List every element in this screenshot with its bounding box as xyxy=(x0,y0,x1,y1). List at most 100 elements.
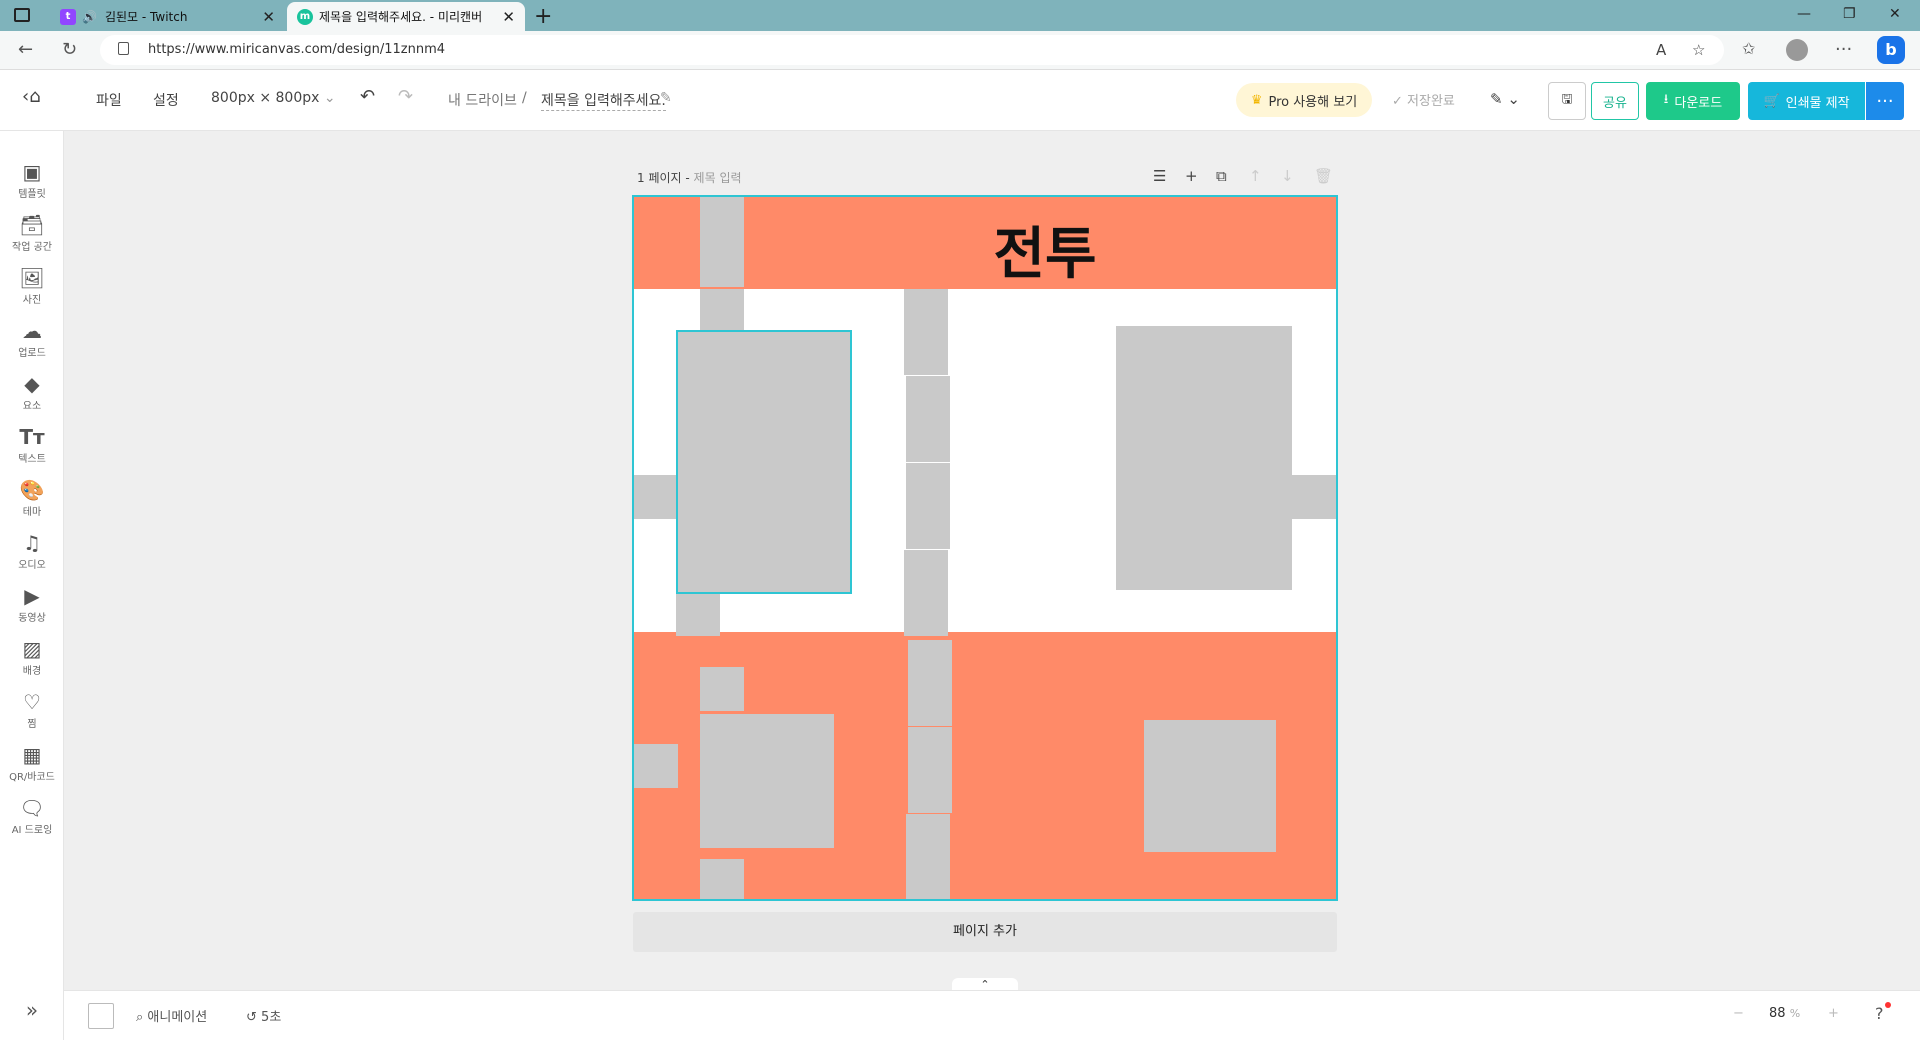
download-button[interactable]: ⭳ 다운로드 xyxy=(1646,82,1740,120)
favorites-icon[interactable]: ✩ xyxy=(1742,39,1755,58)
favorite-add-icon[interactable]: ☆ xyxy=(1692,41,1705,59)
sidebar-item-template[interactable]: ▣ 템플릿 xyxy=(0,159,64,213)
undo-icon[interactable]: ↶ xyxy=(360,86,375,107)
duplicate-page-icon[interactable]: ⧉ xyxy=(1216,167,1227,185)
new-tab-icon[interactable]: + xyxy=(534,4,552,29)
sidebar-item-label: 찜 xyxy=(27,719,37,730)
image-frame[interactable] xyxy=(1292,475,1336,519)
sidebar-item-background[interactable]: ▨ 배경 xyxy=(0,636,64,690)
sidebar-item-audio[interactable]: ♫ 오디오 xyxy=(0,530,64,584)
image-frame[interactable] xyxy=(904,289,948,375)
pencil-icon[interactable]: ✎ xyxy=(660,90,672,106)
page-title-input[interactable]: 제목 입력 xyxy=(694,171,742,185)
save-button[interactable]: 🖫 xyxy=(1548,82,1586,120)
floppy-icon: 🖫 xyxy=(1561,92,1573,107)
canvas-size-dropdown[interactable]: 800px × 800px ⌄ xyxy=(211,90,336,106)
image-frame[interactable] xyxy=(700,859,744,899)
animation-button[interactable]: ⌕ 애니메이션 xyxy=(136,1006,207,1025)
sidebar-item-ai-drawing[interactable]: 🗨 AI 드로잉 xyxy=(0,795,64,849)
print-order-button[interactable]: 🛒 인쇄물 제작 xyxy=(1748,82,1865,120)
background-color-swatch[interactable] xyxy=(88,1003,114,1029)
pro-trial-label: Pro 사용해 보기 xyxy=(1268,94,1358,110)
image-frame[interactable] xyxy=(906,463,950,549)
help-icon[interactable]: ? xyxy=(1875,1002,1891,1023)
zoom-out-icon[interactable]: − xyxy=(1733,1006,1744,1021)
sidebar-item-video[interactable]: ▶ 동영상 xyxy=(0,583,64,637)
image-frame[interactable] xyxy=(906,376,950,462)
image-frame[interactable] xyxy=(700,667,744,711)
zoom-level[interactable]: 88 % xyxy=(1769,1006,1800,1021)
sidebar-expand[interactable]: » xyxy=(0,997,64,1023)
move-down-icon[interactable]: ↓ xyxy=(1281,167,1294,185)
bing-icon[interactable]: b xyxy=(1877,36,1905,64)
read-aloud-icon[interactable]: A xyxy=(1656,41,1666,59)
tab-actions-icon[interactable] xyxy=(14,8,30,22)
file-menu[interactable]: 파일 xyxy=(96,90,122,110)
speaker-icon[interactable]: 🔊 xyxy=(82,10,97,24)
url-input[interactable]: https://www.miricanvas.com/design/11znnm… xyxy=(100,35,1724,65)
add-page-button[interactable]: 페이지 추가 xyxy=(633,912,1337,952)
settings-more-icon[interactable]: ··· xyxy=(1835,39,1852,60)
share-button[interactable]: 공유 xyxy=(1591,82,1639,120)
image-frame[interactable] xyxy=(1116,326,1292,590)
breadcrumb-drive[interactable]: 내 드라이브 xyxy=(448,90,517,110)
selection-outline xyxy=(676,330,852,594)
redo-icon[interactable]: ↷ xyxy=(398,86,413,107)
refresh-icon[interactable]: ↻ xyxy=(62,39,77,60)
close-icon[interactable]: ✕ xyxy=(262,8,275,26)
twitch-icon: t xyxy=(60,8,76,25)
history-icon: ↺ xyxy=(246,1010,257,1025)
double-chevron-right-icon: » xyxy=(25,998,39,1022)
tab-twitch[interactable]: t 🔊 김된모 - Twitch ✕ xyxy=(50,2,285,31)
breadcrumb-separator: / xyxy=(522,90,527,106)
heart-icon: ♡ xyxy=(23,690,41,714)
add-page-icon[interactable]: + xyxy=(1185,167,1198,185)
restore-icon[interactable]: ❐ xyxy=(1843,6,1856,22)
close-icon[interactable]: ✕ xyxy=(502,8,515,26)
image-frame[interactable] xyxy=(904,550,948,636)
pro-trial-button[interactable]: ♛ Pro 사용해 보기 xyxy=(1236,83,1372,117)
zoom-unit: % xyxy=(1789,1007,1801,1020)
sidebar-item-upload[interactable]: ☁ 업로드 xyxy=(0,318,64,372)
image-frame[interactable] xyxy=(908,727,952,813)
crown-icon: ♛ xyxy=(1250,92,1263,108)
home-icon[interactable]: ‹⌂ xyxy=(22,86,41,107)
history-button[interactable]: ↺ 5초 xyxy=(246,1006,281,1025)
sidebar-item-theme[interactable]: 🎨 테마 xyxy=(0,477,64,531)
back-icon[interactable]: ← xyxy=(18,39,33,60)
image-frame[interactable] xyxy=(700,197,744,243)
minimize-icon[interactable]: — xyxy=(1797,6,1811,22)
more-options-button[interactable]: ··· xyxy=(1866,82,1904,120)
zoom-in-icon[interactable]: + xyxy=(1828,1006,1839,1021)
image-frame[interactable] xyxy=(700,714,834,848)
image-frame[interactable] xyxy=(634,475,676,519)
image-frame[interactable] xyxy=(634,744,678,788)
page-label: 1 페이지 - 제목 입력 xyxy=(637,169,742,186)
image-frame[interactable] xyxy=(906,814,950,899)
page-memo-icon[interactable]: ☰ xyxy=(1153,167,1166,185)
sidebar-item-label: 요소 xyxy=(22,401,42,412)
draw-tool-dropdown[interactable]: ✎ ⌄ xyxy=(1490,90,1520,108)
image-frame[interactable] xyxy=(676,594,720,636)
sidebar-item-elements[interactable]: ◆ 요소 xyxy=(0,371,64,425)
delete-page-icon[interactable]: 🗑 xyxy=(1314,167,1333,185)
settings-menu[interactable]: 설정 xyxy=(153,90,179,110)
sidebar-item-workspace[interactable]: 🗃 작업 공간 xyxy=(0,212,64,266)
image-frame[interactable] xyxy=(700,289,744,333)
move-up-icon[interactable]: ↑ xyxy=(1249,167,1262,185)
sidebar-item-photo[interactable]: 🖼 사진 xyxy=(0,265,64,319)
design-canvas[interactable]: 전투 xyxy=(632,195,1338,901)
lock-icon xyxy=(118,42,129,55)
image-frame[interactable] xyxy=(700,243,744,287)
profile-avatar[interactable] xyxy=(1786,39,1808,61)
address-bar: ← ↻ https://www.miricanvas.com/design/11… xyxy=(0,31,1920,70)
document-title[interactable]: 제목을 입력해주세요. xyxy=(541,90,666,111)
audio-icon: ♫ xyxy=(23,531,41,555)
image-frame[interactable] xyxy=(908,640,952,726)
image-frame[interactable] xyxy=(1144,720,1276,852)
tab-miricanvas[interactable]: m 제목을 입력해주세요. - 미리캔버 ✕ xyxy=(287,2,525,31)
sidebar-item-text[interactable]: Tт 텍스트 xyxy=(0,424,64,478)
close-window-icon[interactable]: ✕ xyxy=(1889,6,1901,22)
sidebar-item-qr[interactable]: ▦ QR/바코드 xyxy=(0,742,64,796)
sidebar-item-favorites[interactable]: ♡ 찜 xyxy=(0,689,64,743)
